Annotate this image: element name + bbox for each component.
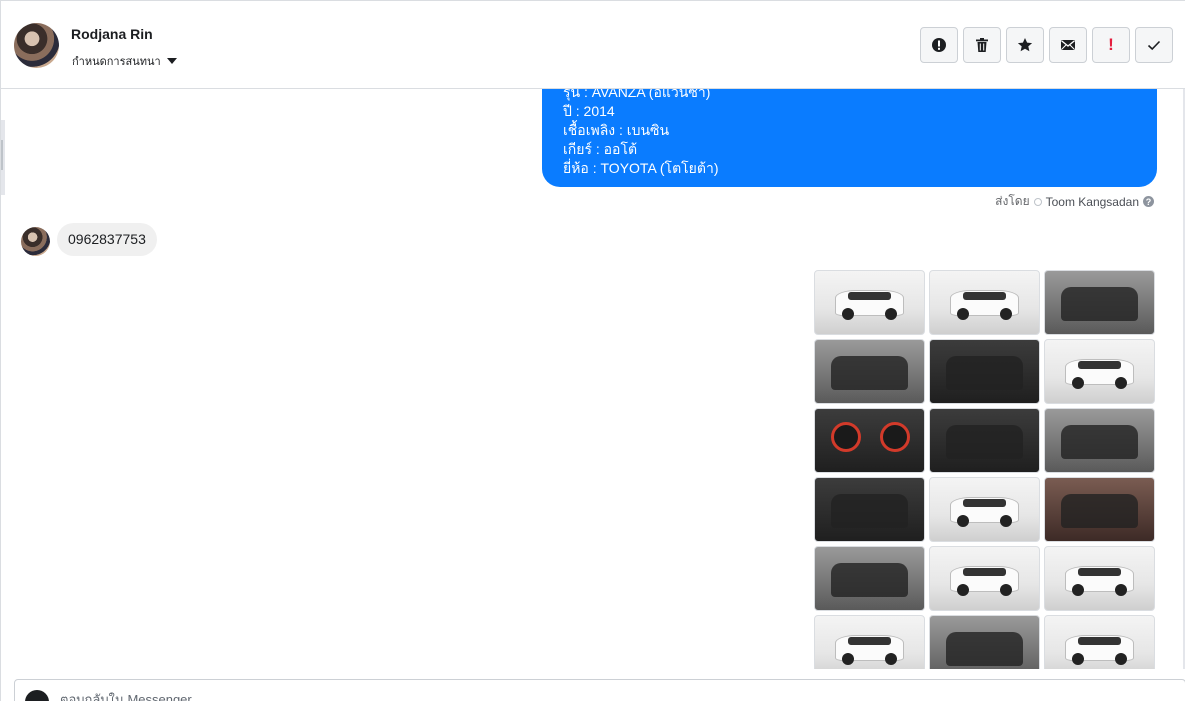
sender-status-icon <box>1033 197 1042 206</box>
alert-circle-icon <box>932 38 946 52</box>
reply-composer <box>14 679 1185 701</box>
done-button[interactable] <box>1135 27 1173 63</box>
interior-image <box>831 355 908 391</box>
interior-image <box>1061 286 1138 322</box>
conversation-header: Rodjana Rin กำหนดการสนทนา ! <box>1 0 1185 89</box>
check-icon <box>1147 40 1161 51</box>
label-dropdown-text: กำหนดการสนทนา <box>72 56 161 68</box>
trash-icon <box>976 38 988 52</box>
exclamation-icon: ! <box>1108 35 1114 54</box>
delete-button[interactable] <box>963 27 1001 63</box>
car-window <box>1077 568 1122 576</box>
interior-image <box>1061 424 1138 460</box>
photo-grid <box>814 270 1156 669</box>
photo-thumbnail[interactable] <box>929 477 1040 542</box>
contact-avatar[interactable] <box>14 23 59 68</box>
photo-thumbnail[interactable] <box>814 408 925 473</box>
car-window <box>847 637 892 645</box>
photo-thumbnail[interactable] <box>1044 615 1155 669</box>
photo-thumbnail[interactable] <box>1044 339 1155 404</box>
photo-thumbnail[interactable] <box>1044 270 1155 335</box>
mark-unread-button[interactable] <box>1049 27 1087 63</box>
interior-image <box>946 424 1023 460</box>
photo-thumbnail[interactable] <box>814 477 925 542</box>
photo-thumbnail[interactable] <box>814 270 925 335</box>
label-dropdown[interactable]: กำหนดการสนทนา <box>72 52 177 70</box>
photo-thumbnail[interactable] <box>929 615 1040 669</box>
sent-by-prefix: ส่งโดย <box>995 194 1030 208</box>
interior-image <box>831 493 908 529</box>
photo-thumbnail[interactable] <box>929 270 1040 335</box>
star-button[interactable] <box>1006 27 1044 63</box>
car-window <box>962 499 1007 507</box>
outgoing-message-bubble[interactable]: รุ่น : AVANZA (อแวนซ่า) ปี : 2014 เชื้อเ… <box>542 89 1157 187</box>
contact-name[interactable]: Rodjana Rin <box>71 26 153 42</box>
interior-image <box>831 562 908 598</box>
photo-thumbnail[interactable] <box>929 546 1040 611</box>
spam-button[interactable] <box>920 27 958 63</box>
gauge-image <box>880 421 911 452</box>
photo-thumbnail[interactable] <box>1044 408 1155 473</box>
photo-thumbnail[interactable] <box>814 339 925 404</box>
interior-image <box>946 355 1023 391</box>
interior-image <box>1061 493 1138 529</box>
photo-thumbnail[interactable] <box>929 339 1040 404</box>
photo-thumbnail[interactable] <box>814 546 925 611</box>
messenger-icon <box>25 690 49 701</box>
message-line: เชื้อเพลิง : เบนซิน <box>563 122 670 138</box>
car-window <box>962 568 1007 576</box>
sent-by-info: ส่งโดย Toom Kangsadan ? <box>995 192 1154 211</box>
message-line: เกียร์ : ออโต้ <box>563 141 638 157</box>
interior-image <box>946 631 1023 667</box>
gauge-image <box>831 421 862 452</box>
car-window <box>1077 361 1122 369</box>
message-line: ปี : 2014 <box>563 103 615 119</box>
help-icon[interactable]: ? <box>1143 196 1154 207</box>
star-icon <box>1017 38 1033 52</box>
reply-input[interactable] <box>60 692 460 701</box>
follow-up-button[interactable]: ! <box>1092 27 1130 63</box>
photo-thumbnail[interactable] <box>1044 477 1155 542</box>
incoming-message-bubble[interactable]: 0962837753 <box>57 223 157 256</box>
sent-by-name[interactable]: Toom Kangsadan <box>1046 195 1139 209</box>
car-window <box>847 292 892 300</box>
photo-thumbnail[interactable] <box>929 408 1040 473</box>
sender-avatar[interactable] <box>21 227 50 256</box>
message-thread[interactable]: รุ่น : AVANZA (อแวนซ่า) ปี : 2014 เชื้อเ… <box>1 89 1185 669</box>
caret-down-icon <box>166 58 177 64</box>
envelope-icon <box>1061 40 1075 50</box>
photo-thumbnail[interactable] <box>1044 546 1155 611</box>
message-line: ยี่ห้อ : TOYOTA (โตโยต้า) <box>563 160 719 176</box>
conversation-panel: Rodjana Rin กำหนดการสนทนา ! รุ่น: AVANZ… <box>0 0 1185 701</box>
car-window <box>1077 637 1122 645</box>
message-line: รุ่น : AVANZA (อแวนซ่า) <box>563 89 711 100</box>
action-toolbar: ! <box>920 27 1173 63</box>
photo-thumbnail[interactable] <box>814 615 925 669</box>
car-window <box>962 292 1007 300</box>
